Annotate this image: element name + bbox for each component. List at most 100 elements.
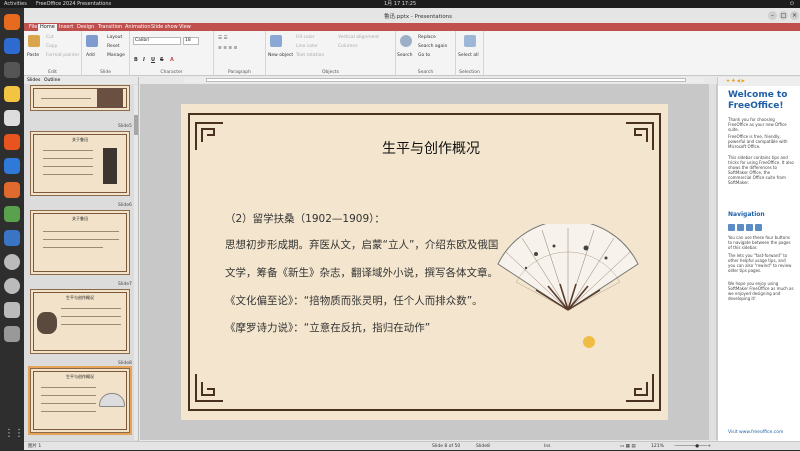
font-color-button[interactable]: A: [170, 57, 174, 63]
group-label-paragraph: Paragraph: [227, 70, 252, 75]
star-icon[interactable]: ★ ✚ ◀ ▶: [726, 79, 745, 84]
group-label-objects: Objects: [321, 70, 339, 75]
trash-icon[interactable]: [4, 326, 20, 342]
nav-first-button[interactable]: [728, 224, 735, 231]
bullet-list-icon[interactable]: ☰ ☰: [218, 36, 228, 41]
thumb-title: 关于鲁迅: [72, 137, 88, 142]
welcome-title: Welcome to FreeOffice!: [728, 90, 788, 111]
status-bar: 图片 1 Slide 8 of 50 Slide8 Ins ▭ ▦ ▤ 121%…: [24, 441, 800, 450]
tab-view[interactable]: View: [177, 24, 193, 31]
paste-button[interactable]: Paste: [27, 53, 39, 58]
maximize-button[interactable]: □: [779, 11, 788, 20]
nav-last-button[interactable]: [755, 224, 762, 231]
ribbon-group-selection: Select all Selection: [456, 31, 484, 76]
slide-thumbnail-4[interactable]: [30, 85, 130, 111]
goto-button[interactable]: Go to: [418, 53, 430, 58]
vertical-alignment-button[interactable]: Vertical alignment: [338, 35, 379, 40]
slide-thumbnail-8[interactable]: 生平与创作概况: [28, 366, 132, 435]
layout-button[interactable]: Layout: [107, 35, 122, 40]
slide-title[interactable]: 生平与创作概况: [361, 138, 501, 158]
search-button[interactable]: Search: [397, 53, 412, 58]
font-name-select[interactable]: Calibri: [133, 37, 181, 45]
slide-text-line[interactable]: 文学，筹备《新生》杂志，翻译域外小说，撰写各体文章。: [225, 265, 498, 280]
firefox-icon[interactable]: [4, 14, 20, 30]
ribbon: Paste Cut Copy Format painter Edit Add L…: [24, 31, 800, 76]
clock[interactable]: 1月 17 17:25: [384, 0, 416, 8]
add-slide-icon[interactable]: [86, 35, 98, 47]
ribbon-group-objects: New object Fill color Line color Text ro…: [266, 31, 396, 76]
tab-outline[interactable]: Outline: [44, 78, 60, 83]
thumb-title: 关于鲁迅: [72, 216, 88, 221]
nav-prev-button[interactable]: [737, 224, 744, 231]
editor-scrollbar[interactable]: [709, 84, 716, 440]
slides-panel-scrollbar[interactable]: [134, 85, 138, 440]
disc-icon-2[interactable]: [4, 278, 20, 294]
app-grid-icon[interactable]: ⋮⋮: [4, 428, 24, 444]
format-painter-button[interactable]: Format painter: [46, 53, 79, 58]
reset-button[interactable]: Reset: [107, 44, 120, 49]
columns-button[interactable]: Columns: [338, 44, 358, 49]
select-all-button[interactable]: Select all: [458, 53, 479, 58]
slide-label: Slide8: [118, 361, 132, 366]
align-icons[interactable]: ≡ ≡ ≡ ≡: [218, 46, 237, 51]
rhythmbox-icon[interactable]: [4, 86, 20, 102]
folding-fan-image[interactable]: [496, 224, 641, 314]
paste-icon[interactable]: [28, 35, 40, 47]
strikethrough-button[interactable]: S: [160, 57, 164, 63]
tab-design[interactable]: Design: [75, 24, 96, 31]
ribbon-group-search: Search Replace Search again Go to Search: [396, 31, 456, 76]
system-tray-icons[interactable]: ⏻: [790, 0, 794, 8]
underline-button[interactable]: U: [151, 57, 155, 63]
help-icon[interactable]: [4, 158, 20, 174]
freeoffice-textmaker-icon[interactable]: [4, 230, 20, 246]
nav-next-button[interactable]: [746, 224, 753, 231]
thunderbird-icon[interactable]: [4, 38, 20, 54]
current-slide[interactable]: 生平与创作概况 （2）留学扶桑（1902—1909）： 思想初步形成期。弃医从文…: [181, 104, 668, 420]
software-center-icon[interactable]: [4, 134, 20, 150]
close-button[interactable]: ×: [790, 11, 799, 20]
search-icon[interactable]: [400, 35, 412, 47]
freeoffice-presentations-icon[interactable]: [4, 182, 20, 198]
select-all-icon[interactable]: [464, 35, 476, 47]
slide-thumbnail-7[interactable]: 生平与创作概况: [30, 289, 130, 354]
italic-button[interactable]: I: [143, 57, 145, 63]
sidebar-text-3: This sidebar contains tips and tricks fo…: [728, 155, 794, 185]
slide-thumbnail-5[interactable]: 关于鲁迅: [30, 131, 130, 196]
activities-button[interactable]: Activities: [4, 0, 27, 8]
minimize-button[interactable]: –: [768, 11, 777, 20]
fill-color-button[interactable]: Fill color: [296, 35, 315, 40]
slide-thumbnail-6[interactable]: 关于鲁迅: [30, 210, 130, 275]
visit-website-link[interactable]: Visit www.freeoffice.com: [728, 430, 783, 435]
tab-slides[interactable]: Slides: [27, 78, 40, 83]
bold-button[interactable]: B: [134, 57, 138, 63]
usb-drive-icon[interactable]: [4, 302, 20, 318]
slide-text-line[interactable]: 思想初步形成期。弃医从文，启蒙“立人”，介绍东欧及俄国: [225, 237, 498, 252]
horizontal-ruler[interactable]: [184, 77, 704, 83]
freeoffice-planmaker-icon[interactable]: [4, 206, 20, 222]
system-top-bar: Activities FreeOffice 2024 Presentations…: [0, 0, 800, 8]
new-object-button[interactable]: New object: [268, 53, 293, 58]
tab-slide-show[interactable]: Slide show: [149, 24, 180, 31]
line-color-button[interactable]: Line color: [296, 44, 318, 49]
font-size-select[interactable]: 18: [183, 37, 199, 45]
files-icon[interactable]: [4, 62, 20, 78]
manage-button[interactable]: Manage: [107, 53, 125, 58]
slide-text-line[interactable]: 《摩罗诗力说》：“立意在反抗，指归在动作”: [225, 320, 430, 335]
disc-icon[interactable]: [4, 254, 20, 270]
slide-text-line[interactable]: （2）留学扶桑（1902—1909）：: [225, 211, 385, 226]
text-rotation-button[interactable]: Text rotation: [296, 53, 324, 58]
cut-button[interactable]: Cut: [46, 35, 54, 40]
dock: ⋮⋮: [0, 8, 24, 450]
writer-icon[interactable]: [4, 110, 20, 126]
search-again-button[interactable]: Search again: [418, 44, 447, 49]
copy-button[interactable]: Copy: [46, 44, 57, 49]
tab-insert[interactable]: Insert: [57, 24, 75, 31]
active-app-name[interactable]: FreeOffice 2024 Presentations: [36, 0, 111, 8]
new-object-icon[interactable]: [270, 35, 282, 47]
add-slide-button[interactable]: Add: [86, 53, 95, 58]
tab-home[interactable]: Home: [38, 24, 57, 31]
tab-transition[interactable]: Transition: [96, 24, 124, 31]
welcome-sidebar: ★ ✚ ◀ ▶ Welcome to FreeOffice! Thank you…: [717, 77, 800, 441]
replace-button[interactable]: Replace: [418, 35, 436, 40]
slide-text-line[interactable]: 《文化偏至论》：“掊物质而张灵明，任个人而排众数”。: [225, 293, 483, 308]
